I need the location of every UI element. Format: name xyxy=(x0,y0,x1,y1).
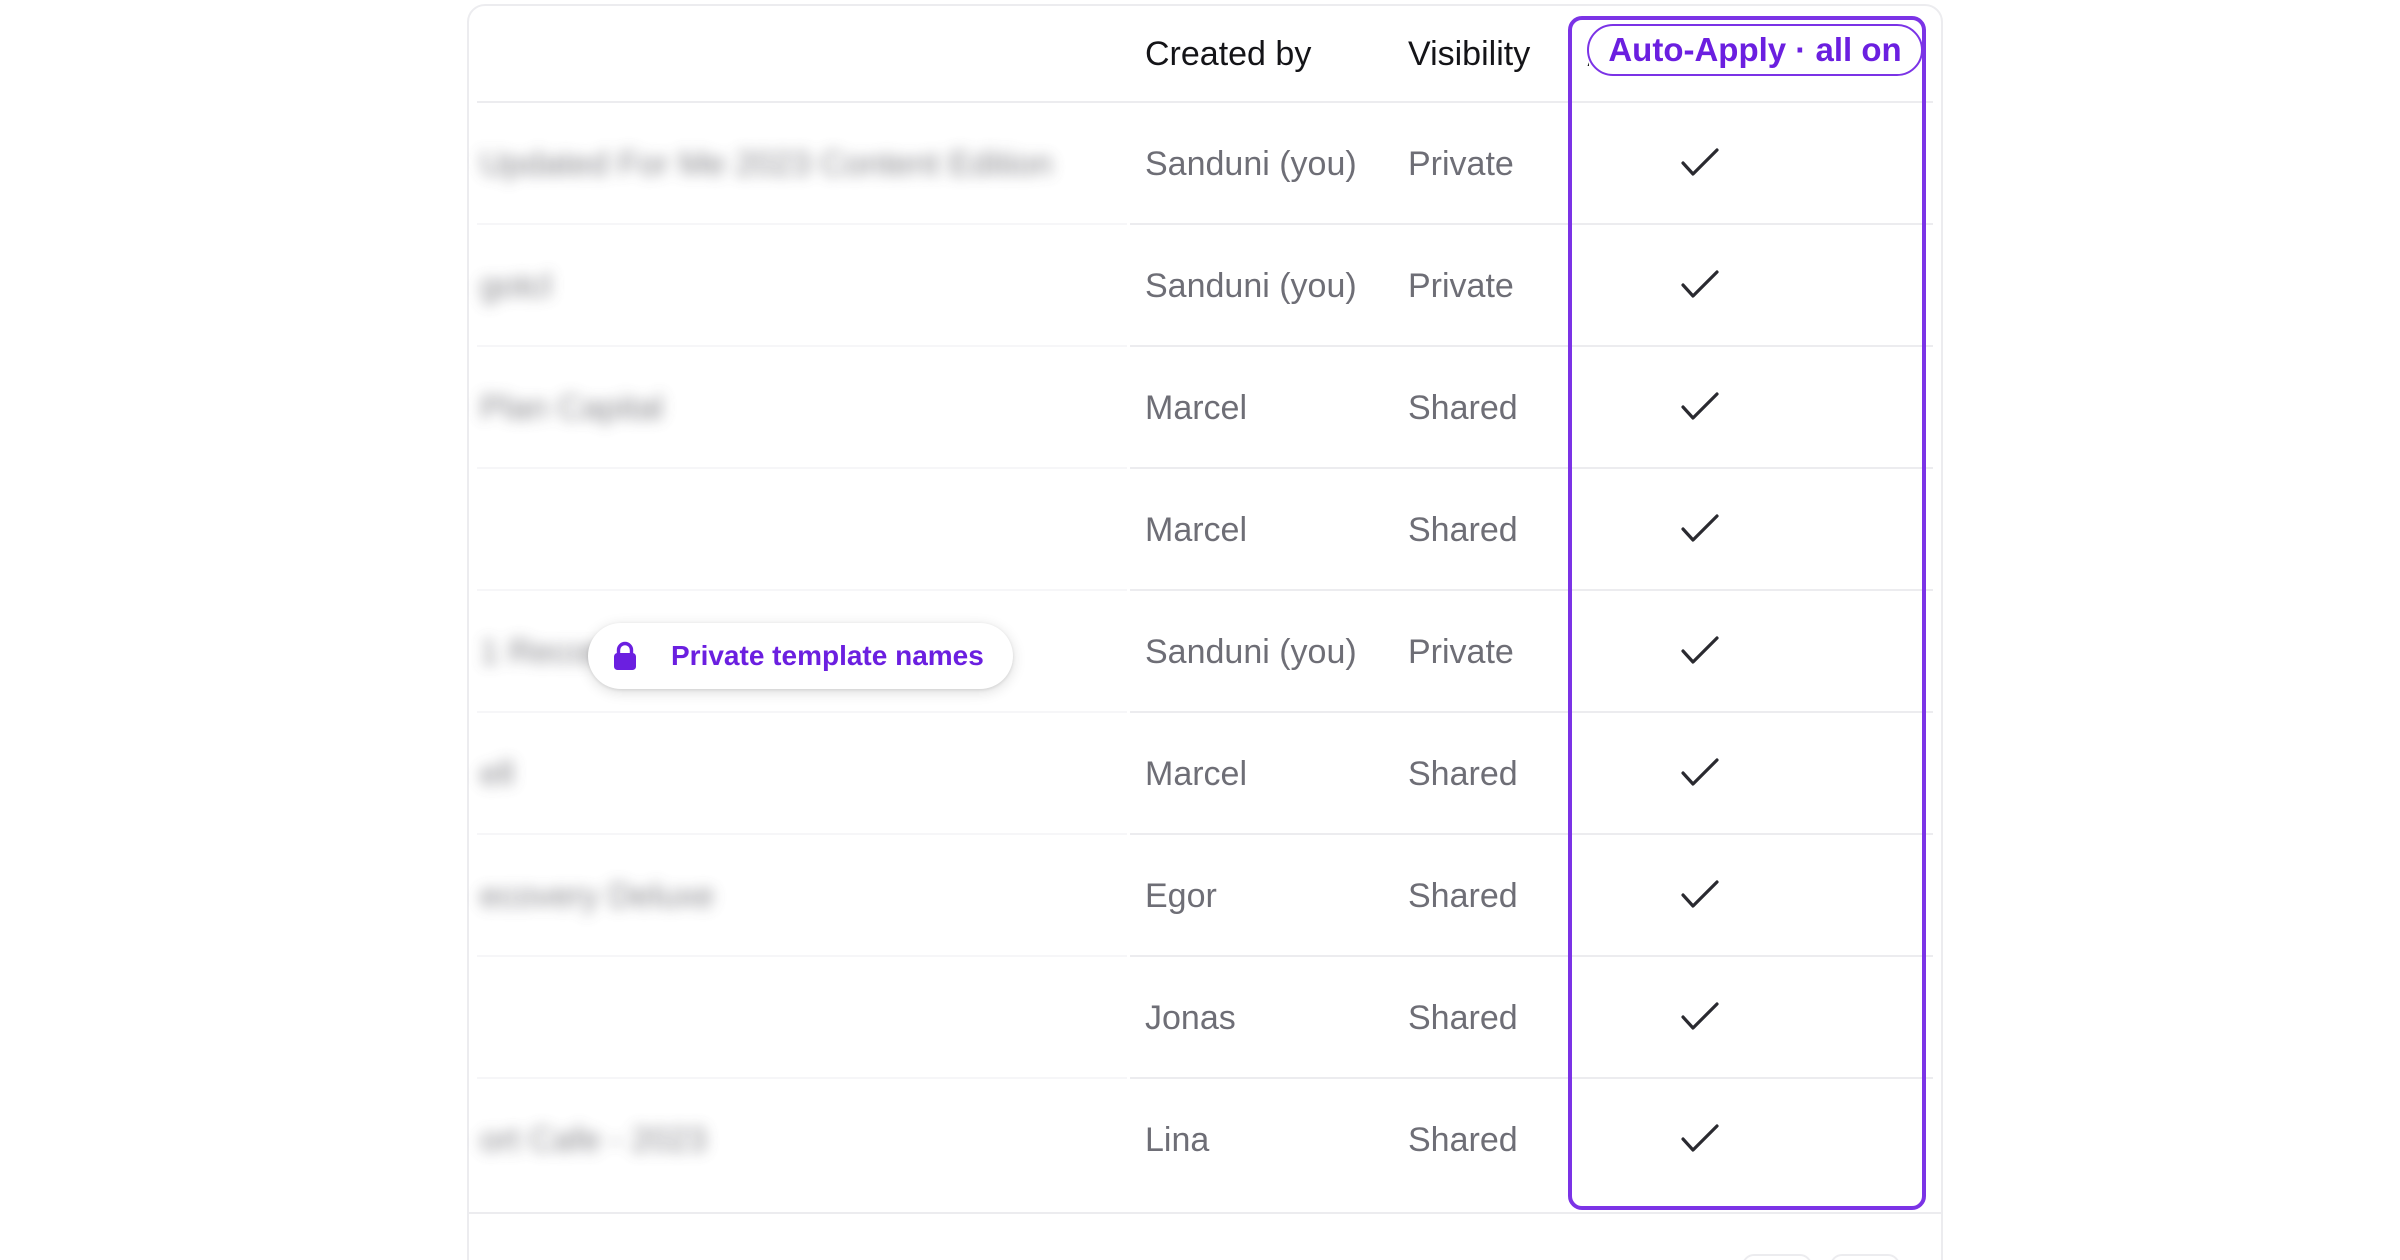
check-icon[interactable] xyxy=(1680,269,1720,301)
template-name-blurred: 1 Recor xyxy=(480,633,600,671)
visibility-cell: Shared xyxy=(1408,755,1518,793)
table-row[interactable]: Updated For Me 2023 Content Edition Sandu… xyxy=(0,103,2400,225)
lock-icon xyxy=(614,641,636,670)
templates-screen: Created by Visibility A Auto-Apply · all… xyxy=(0,0,2400,1260)
table-row[interactable]: ell Marcel Shared xyxy=(0,713,2400,835)
template-name-blurred: Updated For Me 2023 Content Edition xyxy=(480,145,1053,183)
template-name-blurred: ecovery Deluxe xyxy=(480,877,715,915)
template-name-blurred: ell xyxy=(480,755,515,793)
created-by-cell: Sanduni (you) xyxy=(1145,633,1357,671)
template-rows: Updated For Me 2023 Content Edition Sandu… xyxy=(0,0,2400,1260)
created-by-cell: Jonas xyxy=(1145,999,1236,1037)
created-by-cell: Sanduni (you) xyxy=(1145,267,1357,305)
table-row[interactable]: Plan Capital Marcel Shared xyxy=(0,347,2400,469)
visibility-cell: Shared xyxy=(1408,511,1518,549)
check-icon[interactable] xyxy=(1680,1001,1720,1033)
table-row[interactable]: ecovery Deluxe Egor Shared xyxy=(0,835,2400,957)
check-icon[interactable] xyxy=(1680,513,1720,545)
created-by-cell: Lina xyxy=(1145,1121,1210,1159)
table-row[interactable]: ort Cafe - 2023 Lina Shared xyxy=(0,1079,2400,1201)
footer-divider xyxy=(467,1212,1943,1214)
check-icon[interactable] xyxy=(1680,1123,1720,1155)
visibility-cell: Private xyxy=(1408,633,1514,671)
private-names-badge: Private template names xyxy=(588,623,1013,689)
check-icon[interactable] xyxy=(1680,757,1720,789)
private-names-label: Private template names xyxy=(671,640,984,671)
visibility-cell: Shared xyxy=(1408,999,1518,1037)
visibility-cell: Shared xyxy=(1408,1121,1518,1159)
table-row[interactable]: Marcel Shared xyxy=(0,469,2400,591)
created-by-cell: Marcel xyxy=(1145,389,1248,427)
created-by-cell: Marcel xyxy=(1145,511,1248,549)
template-name-blurred: gotcl xyxy=(480,267,552,305)
pagination-next-button[interactable] xyxy=(1830,1254,1900,1260)
created-by-cell: Egor xyxy=(1145,877,1217,915)
template-name-blurred: Plan Capital xyxy=(480,389,664,427)
table-row[interactable]: gotcl Sanduni (you) Private xyxy=(0,225,2400,347)
check-icon[interactable] xyxy=(1680,635,1720,667)
check-icon[interactable] xyxy=(1680,391,1720,423)
created-by-cell: Marcel xyxy=(1145,755,1248,793)
created-by-cell: Sanduni (you) xyxy=(1145,145,1357,183)
visibility-cell: Private xyxy=(1408,145,1514,183)
template-name-blurred: ort Cafe - 2023 xyxy=(480,1121,707,1159)
table-row[interactable]: 1 Recor Sanduni (you) Private xyxy=(0,591,2400,713)
table-row[interactable]: Jonas Shared xyxy=(0,957,2400,1079)
visibility-cell: Shared xyxy=(1408,389,1518,427)
check-icon[interactable] xyxy=(1680,879,1720,911)
check-icon[interactable] xyxy=(1680,147,1720,179)
visibility-cell: Shared xyxy=(1408,877,1518,915)
pagination-previous-button[interactable] xyxy=(1742,1254,1812,1260)
visibility-cell: Private xyxy=(1408,267,1514,305)
